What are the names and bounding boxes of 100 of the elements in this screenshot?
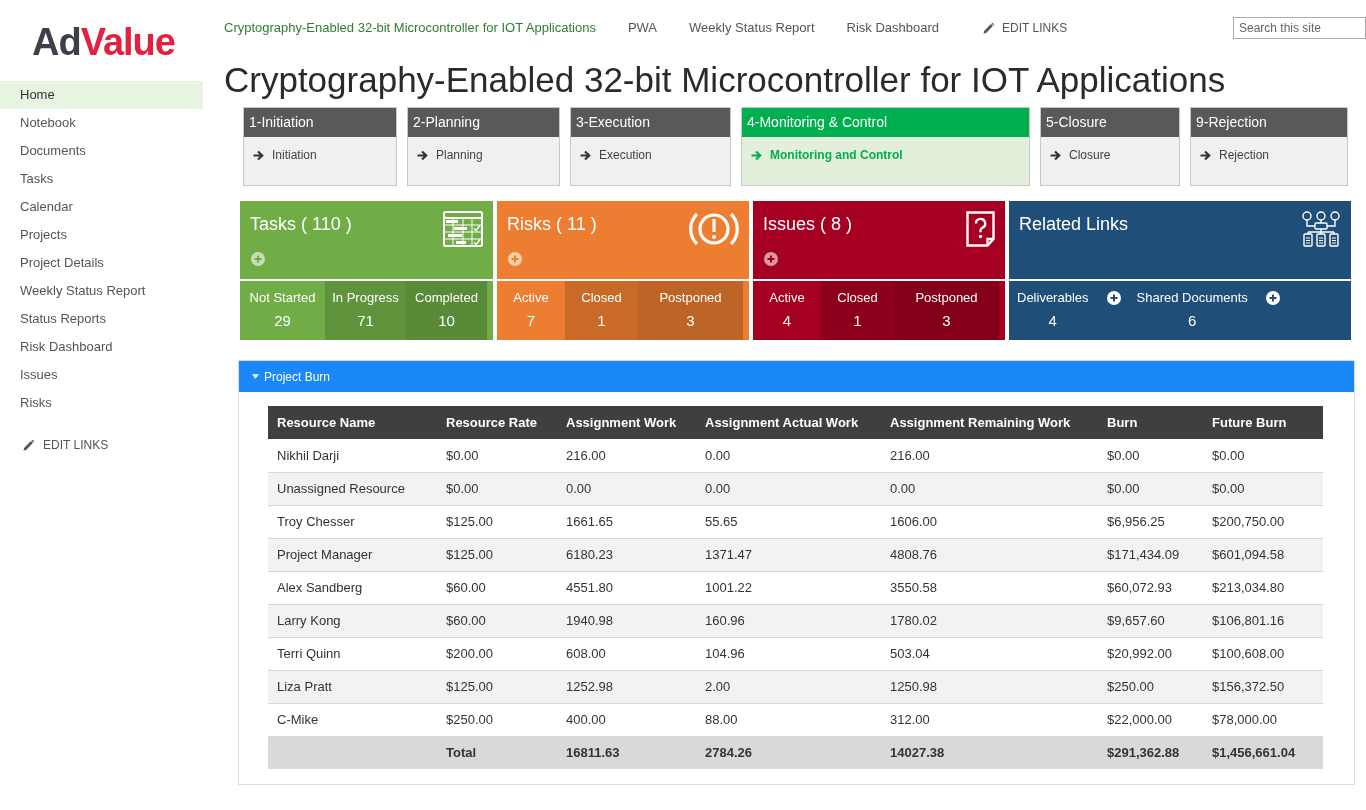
stat-cell[interactable]: Closed 1: [821, 281, 894, 340]
stat-cell[interactable]: Active 4: [753, 281, 821, 340]
nav-link[interactable]: Documents: [0, 137, 203, 165]
arrow-right-icon: [1050, 149, 1061, 161]
stat-label: Closed: [837, 290, 878, 306]
edit-links-link[interactable]: EDIT LINKS: [983, 19, 1068, 37]
total-cell: 16811.63: [557, 736, 696, 769]
nav-link[interactable]: Weekly Status Report: [0, 277, 203, 305]
total-cell: $291,362.88: [1098, 736, 1203, 769]
table-cell: $78,000.00: [1203, 703, 1323, 736]
column-header: Resource Name: [268, 406, 437, 439]
table-cell: 104.96: [696, 637, 881, 670]
phase-header: 5-Closure: [1041, 108, 1179, 137]
stat-label: In Progress: [332, 290, 399, 306]
table-cell: $250.00: [437, 703, 557, 736]
nav-link[interactable]: Tasks: [0, 165, 203, 193]
logo: AdValue: [32, 21, 175, 63]
phase-link[interactable]: Execution: [580, 146, 652, 164]
checklist-grid-icon: [443, 211, 483, 247]
table-cell: 3550.58: [881, 571, 1098, 604]
column-header: Burn: [1098, 406, 1203, 439]
table-cell: 608.00: [557, 637, 696, 670]
nav-link[interactable]: Risk Dashboard: [0, 333, 203, 361]
stat-cell[interactable]: Completed 10: [406, 281, 487, 340]
total-label: Total: [437, 736, 557, 769]
panel-header[interactable]: Project Burn: [239, 361, 1354, 392]
table-cell: Alex Sandberg: [268, 571, 437, 604]
nav-link[interactable]: Risk Dashboard: [846, 18, 939, 38]
table-cell: 88.00: [696, 703, 881, 736]
table-cell: 0.00: [696, 439, 881, 472]
pencil-icon: [983, 22, 994, 34]
table-cell: $200.00: [437, 637, 557, 670]
table-cell: Nikhil Darji: [268, 439, 437, 472]
table-cell: $20,992.00: [1098, 637, 1203, 670]
stat-label: Closed: [581, 290, 622, 306]
arrow-right-icon: [751, 149, 762, 161]
table-cell: 1940.98: [557, 604, 696, 637]
phase-link[interactable]: Planning: [417, 146, 483, 164]
table-cell: 160.96: [696, 604, 881, 637]
table-cell: $125.00: [437, 538, 557, 571]
stat-cell[interactable]: Closed 1: [565, 281, 638, 340]
nav-link[interactable]: Status Reports: [0, 305, 203, 333]
stat-cell[interactable]: Postponed 3: [638, 281, 743, 340]
table-cell: Larry Kong: [268, 604, 437, 637]
table-cell: $250.00: [1098, 670, 1203, 703]
nav-link[interactable]: Calendar: [0, 193, 203, 221]
plus-circle-icon[interactable]: [1106, 291, 1121, 305]
table-cell: $200,750.00: [1203, 505, 1323, 538]
nav-link[interactable]: Projects: [0, 221, 203, 249]
nav-link[interactable]: Issues: [0, 361, 203, 389]
table-cell: $213,034.80: [1203, 571, 1323, 604]
nav-link[interactable]: Cryptography-Enabled 32-bit Microcontroller for IOT Applications: [224, 18, 596, 38]
phase-header: 9-Rejection: [1191, 108, 1347, 137]
nav-link[interactable]: PWA: [627, 18, 658, 38]
stat-value: 29: [274, 311, 291, 331]
nav-link[interactable]: Notebook: [0, 109, 203, 137]
stat-label: Postponed: [915, 290, 978, 306]
phase-link[interactable]: Rejection: [1200, 146, 1270, 164]
edit-links-link[interactable]: EDIT LINKS: [23, 431, 109, 459]
tile-title: Related Links: [1019, 213, 1129, 236]
table-cell: 1252.98: [557, 670, 696, 703]
phase-link[interactable]: Initiation: [253, 146, 317, 164]
phase-header: 2-Planning: [408, 108, 559, 137]
arrow-right-icon: [253, 149, 264, 161]
column-header: Future Burn: [1203, 406, 1323, 439]
nav-link[interactable]: Risks: [0, 389, 203, 417]
stat-link[interactable]: Shared Documents: [1136, 290, 1248, 306]
nav-link[interactable]: Weekly Status Report: [689, 18, 815, 38]
nav-link[interactable]: Project Details: [0, 249, 203, 277]
tile-title: Risks ( 11 ): [507, 213, 597, 236]
stat-label: Active: [513, 290, 549, 306]
total-cell: 2784.26: [696, 736, 881, 769]
table-cell: $60.00: [437, 571, 557, 604]
stat-value: 7: [526, 311, 536, 331]
stat-label: Not Started: [249, 290, 316, 306]
search-field[interactable]: Search this site: [1233, 17, 1366, 39]
table-cell: $9,657.60: [1098, 604, 1203, 637]
stat-cell[interactable]: In Progress 71: [325, 281, 406, 340]
table-cell: 6180.23: [557, 538, 696, 571]
table-cell: 2.00: [696, 670, 881, 703]
table-cell: Project Manager: [268, 538, 437, 571]
table-cell: 216.00: [881, 439, 1098, 472]
caret-down-icon: [252, 374, 259, 379]
column-header: Assignment Actual Work: [696, 406, 881, 439]
table-cell: $156,372.50: [1203, 670, 1323, 703]
table-cell: $0.00: [1203, 439, 1323, 472]
stat-cell[interactable]: Postponed 3: [894, 281, 999, 340]
table-cell: Liza Pratt: [268, 670, 437, 703]
table-cell: 1661.65: [557, 505, 696, 538]
plus-circle-icon[interactable]: [1265, 291, 1280, 305]
table-cell: $22,000.00: [1098, 703, 1203, 736]
table-cell: 55.65: [696, 505, 881, 538]
table-cell: $125.00: [437, 505, 557, 538]
nav-link[interactable]: Home: [0, 81, 203, 109]
hierarchy-icon: [1301, 211, 1341, 247]
table-cell: $0.00: [437, 472, 557, 505]
stat-link[interactable]: Deliverables: [1017, 290, 1089, 306]
phase-link[interactable]: Closure: [1050, 146, 1111, 164]
stat-value: 4: [782, 311, 792, 331]
arrow-right-icon: [417, 149, 428, 161]
